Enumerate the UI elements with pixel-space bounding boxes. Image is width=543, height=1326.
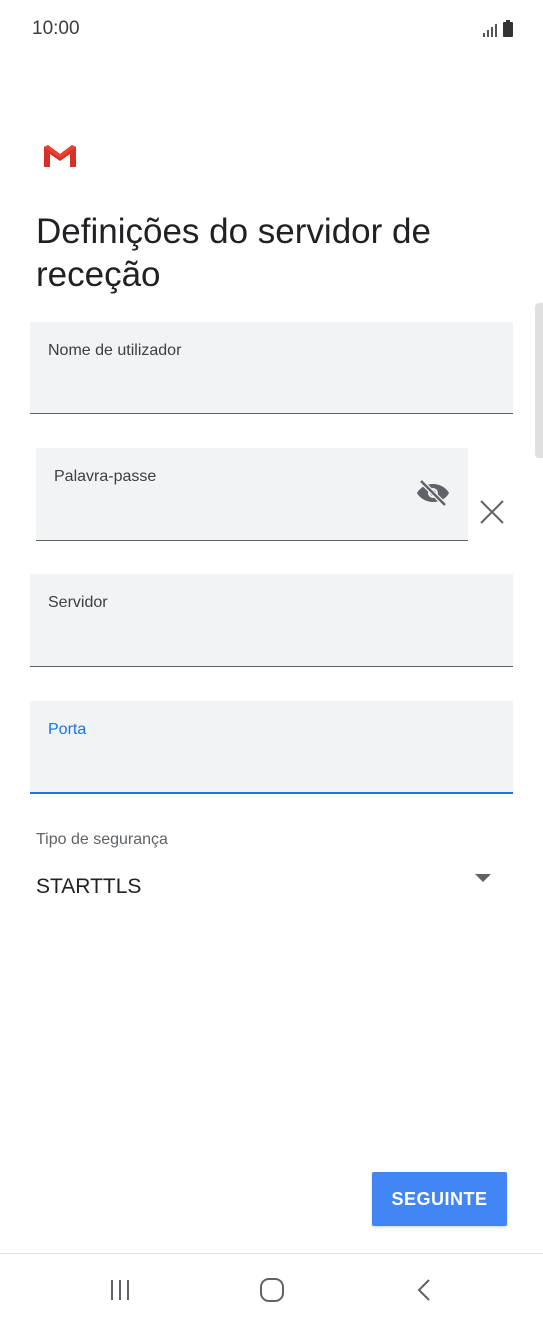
security-type-label: Tipo de segurança [36, 831, 168, 848]
username-field[interactable]: Nome de utilizador [30, 322, 513, 414]
dropdown-arrow-icon [475, 874, 491, 882]
username-input[interactable] [48, 377, 491, 405]
port-field[interactable]: Porta [30, 701, 513, 794]
close-icon[interactable] [476, 496, 508, 528]
page-title: Definições do servidor de receção [36, 212, 431, 294]
port-input[interactable] [48, 756, 491, 784]
next-button[interactable]: SEGUINTE [372, 1172, 507, 1226]
home-icon[interactable] [242, 1268, 302, 1312]
username-label: Nome de utilizador [48, 342, 182, 359]
server-field[interactable]: Servidor [30, 574, 513, 667]
visibility-off-icon[interactable] [416, 478, 450, 508]
navigation-bar [0, 1254, 543, 1326]
security-type-dropdown[interactable]: STARTTLS [36, 866, 506, 906]
scroll-indicator[interactable] [535, 303, 543, 458]
status-time: 10:00 [32, 18, 80, 39]
gmail-logo-icon [42, 143, 78, 169]
password-input[interactable] [54, 504, 394, 532]
signal-icon [483, 23, 497, 42]
status-icons [483, 20, 513, 42]
battery-icon [503, 20, 513, 42]
server-label: Servidor [48, 594, 108, 611]
back-icon[interactable] [394, 1268, 454, 1312]
password-label: Palavra-passe [54, 468, 157, 485]
server-input[interactable] [48, 630, 491, 658]
status-bar: 10:00 [0, 0, 543, 60]
password-field[interactable]: Palavra-passe [36, 448, 468, 541]
recent-apps-icon[interactable] [90, 1268, 150, 1312]
security-type-value: STARTTLS [36, 875, 142, 898]
port-label: Porta [48, 721, 87, 738]
